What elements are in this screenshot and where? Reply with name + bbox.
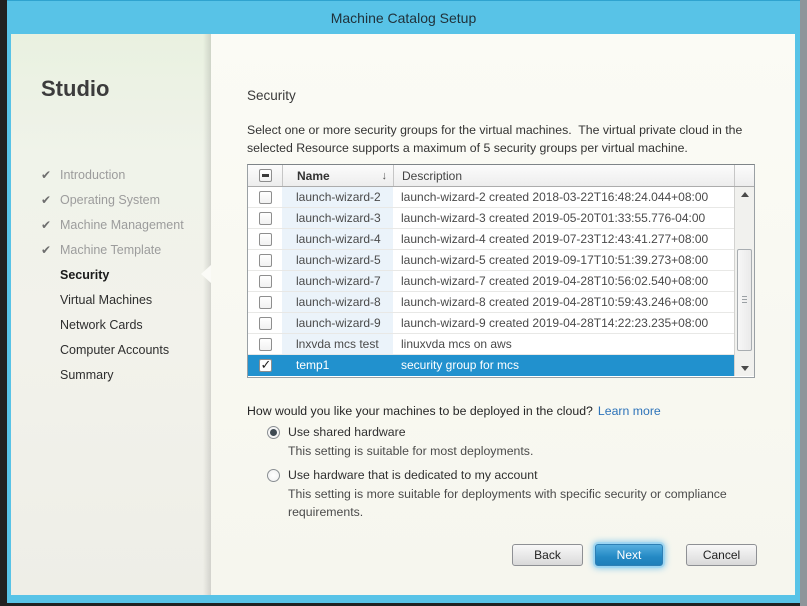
radio-button[interactable]: [267, 426, 280, 439]
machine-catalog-setup-window: Machine Catalog Setup Studio Introductio…: [7, 0, 800, 603]
cancel-button[interactable]: Cancel: [686, 544, 757, 566]
deployment-option-1[interactable]: Use shared hardware: [267, 425, 406, 439]
deployment-option-2[interactable]: Use hardware that is dedicated to my acc…: [267, 468, 538, 482]
desktop-background: Machine Catalog Setup Studio Introductio…: [0, 0, 807, 606]
wizard-panel: Studio IntroductionOperating SystemMachi…: [11, 34, 795, 595]
option-label: Use hardware that is dedicated to my acc…: [288, 468, 538, 482]
option-label: Use shared hardware: [288, 425, 406, 439]
option-description: This setting is more suitable for deploy…: [288, 486, 760, 522]
option-description: This setting is suitable for most deploy…: [288, 443, 760, 461]
next-button[interactable]: Next: [595, 544, 663, 566]
radio-button[interactable]: [267, 469, 280, 482]
back-button[interactable]: Back: [512, 544, 583, 566]
current-step-pointer: [201, 265, 211, 283]
deployment-options: Use shared hardware This setting is suita…: [11, 34, 795, 595]
window-titlebar[interactable]: Machine Catalog Setup: [7, 1, 800, 34]
window-title: Machine Catalog Setup: [331, 10, 477, 26]
window-edge: [800, 0, 807, 606]
